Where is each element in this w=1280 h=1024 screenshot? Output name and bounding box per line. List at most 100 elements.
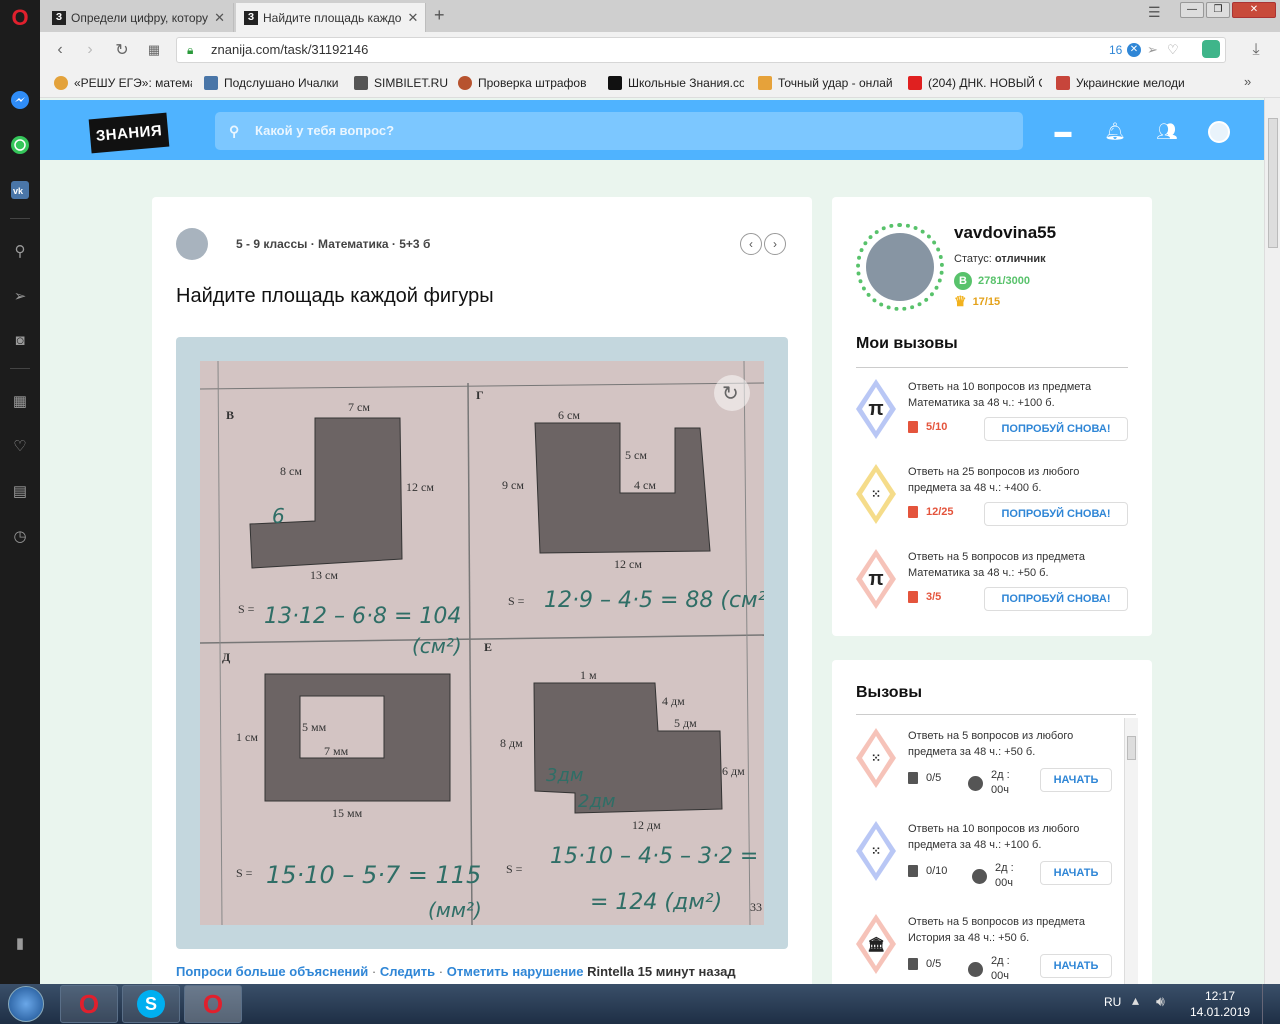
timer-value: 2д : 00ч <box>995 862 1014 889</box>
znanija-favicon-icon: З <box>244 10 258 25</box>
camera-icon[interactable]: ◙ <box>8 328 32 352</box>
notifications-bell-icon[interactable]: 🔔︎ <box>1104 122 1126 142</box>
question-meta: 5 - 9 классы · Математика · 5+3 б <box>236 237 431 251</box>
new-tab-icon[interactable]: + <box>434 5 445 26</box>
send-icon[interactable]: ➢ <box>8 284 32 308</box>
author-name[interactable]: Rintella <box>587 964 634 979</box>
adblock-icon[interactable]: ✕ <box>1127 43 1141 57</box>
messenger-icon[interactable] <box>8 88 32 112</box>
tabs-grid-icon[interactable]: ▦ <box>144 40 164 60</box>
close-tab-icon[interactable]: ✕ <box>208 10 225 26</box>
challenge-item: 🏛︎ Ответь на 5 вопросов из предмета Исто… <box>856 914 1116 984</box>
retry-button[interactable]: ПОПРОБУЙ СНОВА! <box>984 502 1128 526</box>
scroll-thumb[interactable] <box>1127 736 1136 760</box>
taskbar-skype[interactable]: S <box>122 985 180 1023</box>
photo-label: 6 дм <box>722 764 745 778</box>
timer-value: 2д : 00ч <box>991 955 1010 982</box>
download-icon[interactable]: ⤓ <box>1246 40 1266 60</box>
vpn-icon[interactable] <box>1202 40 1220 58</box>
ask-more-link[interactable]: Попроси больше объяснений <box>176 964 368 979</box>
taskbar-opera-active[interactable]: O <box>184 985 242 1023</box>
retry-button[interactable]: ПОПРОБУЙ СНОВА! <box>984 587 1128 611</box>
sidebar-toggle-icon[interactable]: ▮ <box>8 931 32 955</box>
opera-logo-icon[interactable]: O <box>8 5 32 30</box>
tray-arrow-icon[interactable]: ▴ <box>1132 992 1139 1009</box>
handwriting: (см²) <box>412 634 462 658</box>
profile-avatar[interactable] <box>866 233 934 301</box>
language-indicator[interactable]: RU <box>1104 995 1121 1009</box>
windows-taskbar: O S O RU ▴ 🔊︎ 12:17 14.01.2019 <box>0 984 1280 1024</box>
volume-icon[interactable]: 🔊︎ <box>1156 993 1165 1010</box>
bookmark-simbilet[interactable]: SIMBILET.RU <box>354 74 450 92</box>
bookmark-dnk[interactable]: (204) ДНК. НОВЫЙ С <box>908 74 1042 92</box>
prev-question-icon[interactable]: ‹ <box>740 233 762 255</box>
search-icon[interactable]: ⚲ <box>8 239 32 263</box>
clock-icon <box>968 961 983 977</box>
follow-link[interactable]: Следить <box>380 964 435 979</box>
profile-username[interactable]: vavdovina55 <box>954 223 1056 243</box>
asker-avatar[interactable] <box>176 228 208 260</box>
challenge-badge: ⁙ <box>856 728 896 788</box>
challenge-count: 0/5 <box>908 772 941 784</box>
search-placeholder: Какой у тебя вопрос? <box>255 123 395 138</box>
challenge-text: Ответь на 5 вопросов из предмета Математ… <box>908 551 1085 579</box>
heart-icon[interactable]: ♡ <box>8 434 32 458</box>
my-challenge-item: ⁙ Ответь на 25 вопросов из любого предме… <box>856 464 1128 534</box>
close-tab-icon[interactable]: ✕ <box>401 10 418 26</box>
show-desktop-button[interactable] <box>1262 984 1280 1024</box>
news-icon[interactable]: ▤ <box>8 479 32 503</box>
homework-photo[interactable]: В Г Д Е 7 см 8 см 12 см 13 см 6 см 9 см … <box>200 361 764 925</box>
points-icon: B <box>954 272 972 290</box>
bookmark-reshu-ege[interactable]: «РЕШУ ЕГЭ»: матема <box>54 74 192 92</box>
send-page-icon[interactable]: ➢ <box>1147 38 1158 62</box>
bookmark-znanija[interactable]: Школьные Знания.co <box>608 74 744 92</box>
close-window-button[interactable]: ✕ <box>1232 2 1276 18</box>
user-avatar[interactable] <box>1208 121 1230 143</box>
minimize-button[interactable]: — <box>1180 2 1204 18</box>
vk-icon <box>204 76 218 90</box>
start-button[interactable]: НАЧАТЬ <box>1040 861 1112 885</box>
more-bookmarks-icon[interactable]: » <box>1244 74 1251 89</box>
page-scrollbar[interactable] <box>1264 98 1280 984</box>
tab-2[interactable]: З Найдите площадь каждо ✕ <box>236 3 426 32</box>
bookmark-label: «РЕШУ ЕГЭ»: матема <box>74 76 192 90</box>
bookmark-label: Проверка штрафов <box>478 76 587 90</box>
bookmark-podslushano[interactable]: Подслушано Ичалки <box>204 74 344 92</box>
challenges-scrollbar[interactable] <box>1124 718 1138 984</box>
start-button[interactable]: НАЧАТЬ <box>1040 768 1112 792</box>
adblock-count[interactable]: 16 <box>1109 38 1122 62</box>
tab-menu-icon[interactable]: ☰ <box>1148 4 1161 21</box>
photo-label: 12 дм <box>632 818 661 832</box>
youtube-icon <box>908 76 922 90</box>
friends-icon[interactable]: 👥︎ <box>1156 122 1178 142</box>
url-field[interactable]: 🔒︎ znanija.com/task/31192146 16 ✕ ➢ ♡ <box>176 37 1226 63</box>
page-scroll-thumb[interactable] <box>1268 118 1278 248</box>
bookmark-tochny-udar[interactable]: Точный удар - онлай <box>758 74 896 92</box>
challenge-count-value: 0/10 <box>926 865 948 877</box>
tab-1[interactable]: З Определи цифру, котору ✕ <box>44 3 234 32</box>
maximize-button[interactable]: ❐ <box>1206 2 1230 18</box>
bookmark-shtrafy[interactable]: Проверка штрафов <box>458 74 588 92</box>
report-link[interactable]: Отметить нарушение <box>447 964 584 979</box>
start-button[interactable]: НАЧАТЬ <box>1040 954 1112 978</box>
bookmark-heart-icon[interactable]: ♡ <box>1167 38 1179 62</box>
start-button[interactable] <box>8 986 44 1022</box>
speed-dial-icon[interactable]: ▦ <box>8 389 32 413</box>
reload-icon[interactable]: ↻ <box>112 40 132 60</box>
clock[interactable]: 12:17 14.01.2019 <box>1190 988 1250 1020</box>
next-question-icon[interactable]: › <box>764 233 786 255</box>
site-logo[interactable]: ЗНАНИЯ <box>88 112 170 154</box>
vk-icon[interactable]: vk <box>8 178 32 202</box>
forward-icon[interactable]: › <box>80 40 100 60</box>
rotate-icon[interactable]: ↻ <box>722 383 739 405</box>
messages-icon[interactable]: ▬ <box>1052 122 1074 142</box>
retry-button[interactable]: ПОПРОБУЙ СНОВА! <box>984 417 1128 441</box>
search-icon: ⚲ <box>229 123 240 139</box>
bookmark-melodramy[interactable]: Украинские мелоди <box>1056 74 1194 92</box>
whatsapp-icon[interactable] <box>8 133 32 157</box>
book-icon <box>908 958 918 970</box>
taskbar-opera[interactable]: O <box>60 985 118 1023</box>
back-icon[interactable]: ‹ <box>50 40 70 60</box>
search-input[interactable]: ⚲ Какой у тебя вопрос? <box>215 112 1023 150</box>
history-icon[interactable]: ◷ <box>8 524 32 548</box>
